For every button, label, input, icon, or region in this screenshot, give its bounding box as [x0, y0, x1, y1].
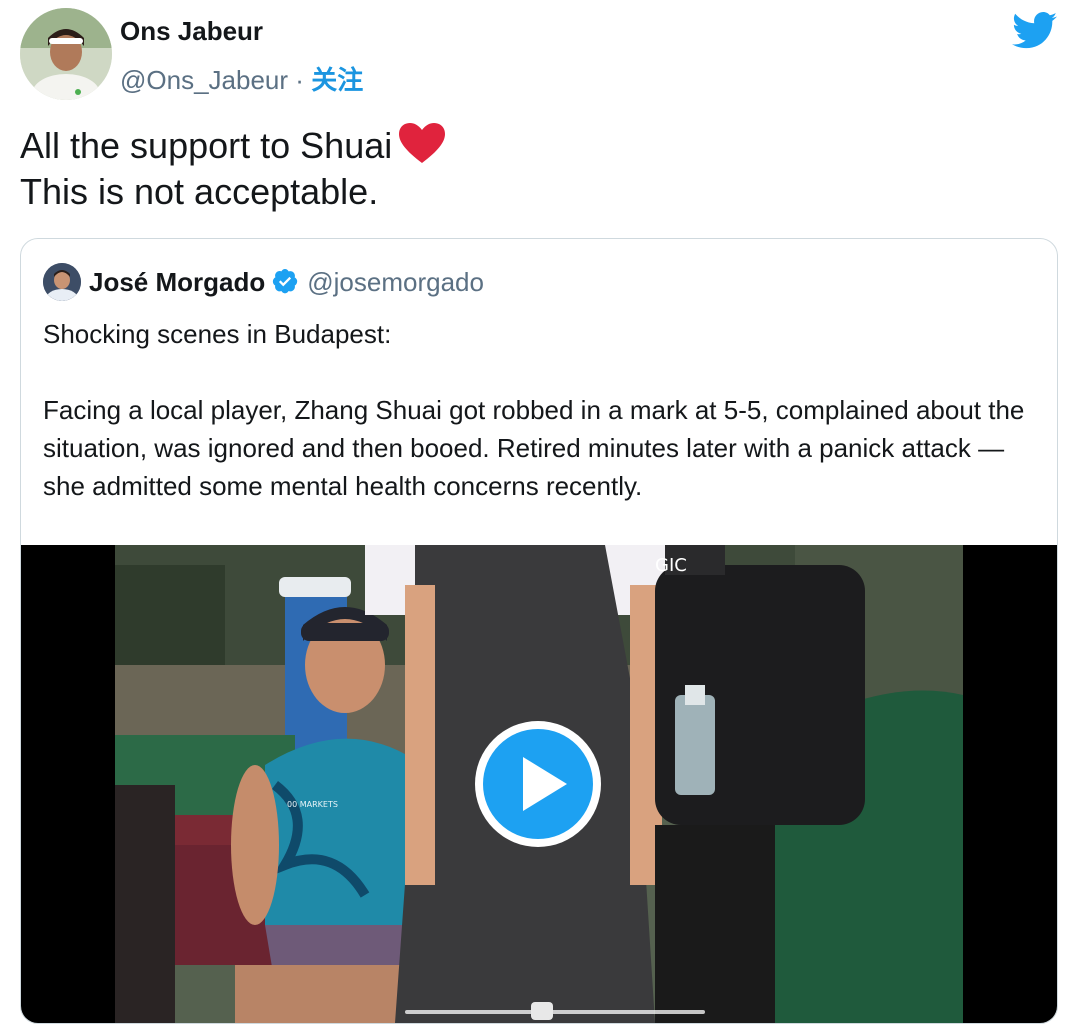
quoted-text-para2: Facing a local player, Zhang Shuai got r…: [43, 395, 1025, 501]
play-button[interactable]: [471, 717, 605, 851]
video-player[interactable]: GIC 00 MARKETS: [21, 545, 1057, 1023]
quoted-tweet[interactable]: José Morgado @josemorgado Shocking scenes…: [20, 238, 1058, 1024]
video-overlay-text: GIC: [655, 555, 687, 576]
verified-badge-icon: [273, 268, 298, 294]
quoted-author-avatar[interactable]: [43, 263, 81, 301]
quoted-tweet-text: Shocking scenes in Budapest: Facing a lo…: [43, 315, 1033, 505]
meta-separator: ·: [295, 65, 304, 95]
quoted-author-handle[interactable]: @josemorgado: [307, 267, 484, 297]
author-name[interactable]: Ons Jabeur: [120, 16, 263, 47]
author-meta: @Ons_Jabeur · 关注: [120, 60, 363, 97]
shirt-logo-text: 00 MARKETS: [287, 800, 338, 809]
video-progress-track[interactable]: [405, 1010, 705, 1014]
tweet-text-line1-content: All the support to Shuai: [20, 125, 393, 166]
author-handle[interactable]: @Ons_Jabeur: [120, 65, 288, 95]
tweet-text-line2: This is not acceptable.: [20, 171, 379, 212]
red-heart-icon: [399, 123, 446, 163]
tweet-text: All the support to Shuai This is not acc…: [20, 122, 446, 215]
quoted-author-name[interactable]: José Morgado: [89, 267, 265, 297]
twitter-bird-icon[interactable]: [1012, 12, 1058, 50]
quoted-text-para1: Shocking scenes in Budapest:: [43, 319, 392, 349]
follow-button[interactable]: 关注: [311, 65, 363, 95]
tweet-card: Ons Jabeur @Ons_Jabeur · 关注 All the supp…: [0, 0, 1080, 1031]
quoted-author-line: José Morgado @josemorgado: [89, 267, 484, 298]
video-progress-handle[interactable]: [531, 1002, 553, 1020]
author-avatar[interactable]: [20, 8, 112, 100]
tweet-text-line1: All the support to Shuai: [20, 122, 446, 169]
